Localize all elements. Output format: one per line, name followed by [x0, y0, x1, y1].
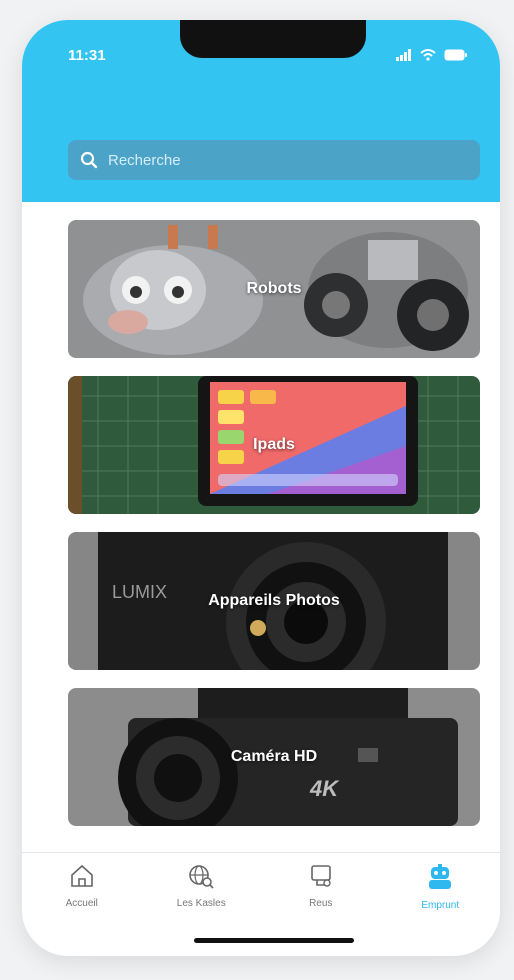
status-icons — [396, 48, 468, 66]
home-indicator — [194, 938, 354, 943]
category-label: Robots — [246, 280, 302, 297]
robot-icon — [425, 863, 455, 896]
search-bar[interactable] — [68, 140, 480, 180]
tab-label: Les Kasles — [176, 898, 226, 909]
status-time: 11:31 — [68, 47, 106, 64]
tab-les-kasles[interactable]: Les Kasles — [151, 853, 251, 923]
app-header: 11:31 — [22, 20, 500, 202]
category-list: Robots Ipads LUMIX Appareils Photos 4K C… — [68, 220, 480, 844]
tab-emprunt[interactable]: Emprunt — [390, 853, 490, 923]
category-label: Ipads — [253, 436, 295, 453]
tab-reus[interactable]: Reus — [271, 853, 371, 923]
search-input[interactable] — [106, 150, 450, 170]
battery-icon — [444, 48, 468, 66]
wifi-icon — [420, 48, 436, 66]
category-card-appareils-photos[interactable]: LUMIX Appareils Photos — [68, 532, 480, 670]
camcorder-4k-graphic: 4K — [309, 776, 340, 801]
phone-screen: 11:31 Recherche Robots Ipads LUMIX Appar… — [22, 20, 500, 956]
device-notch — [180, 20, 366, 58]
category-card-camera-hd[interactable]: 4K Caméra HD — [68, 688, 480, 826]
tab-accueil[interactable]: Accueil — [32, 853, 132, 923]
signal-icon — [396, 48, 412, 66]
tab-label: Reus — [309, 898, 333, 909]
category-label: Appareils Photos — [208, 592, 340, 609]
home-icon — [68, 863, 96, 894]
tab-label: Accueil — [65, 898, 98, 909]
device-icon — [307, 863, 335, 894]
bottom-tab-bar: Accueil Les Kasles Reus Emprunt — [22, 852, 500, 923]
category-card-ipads[interactable]: Ipads — [68, 376, 480, 514]
tab-label: Emprunt — [421, 900, 460, 911]
globe-search-icon — [187, 863, 215, 894]
category-label: Caméra HD — [230, 748, 318, 765]
category-card-robots[interactable]: Robots — [68, 220, 480, 358]
search-icon — [80, 151, 98, 169]
